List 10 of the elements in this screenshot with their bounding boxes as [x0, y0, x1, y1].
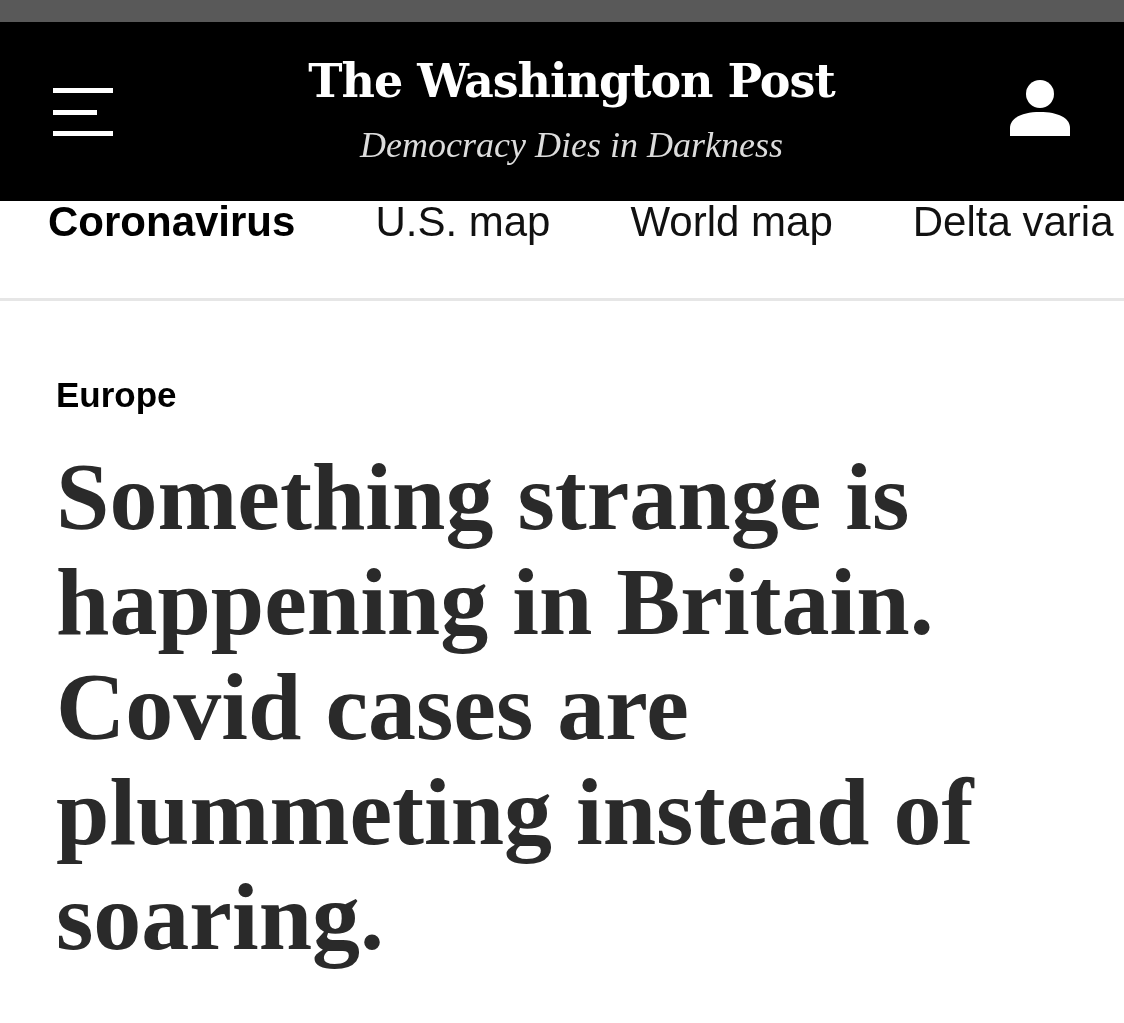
menu-icon[interactable]	[53, 87, 113, 136]
user-icon[interactable]	[1010, 79, 1070, 136]
nav-tab[interactable]: U.S. map	[375, 201, 551, 245]
nav-tab[interactable]: Coronavirus	[48, 201, 296, 245]
tagline: Democracy Dies in Darkness	[360, 124, 783, 168]
headline: Something strange is happening in Britain. Covid cases are plummeting instead of soaring.	[56, 444, 976, 969]
nav-tab[interactable]: World map	[630, 201, 833, 245]
newspaper-logo[interactable]: The Washington Post	[308, 55, 835, 107]
section-label[interactable]: Europe	[56, 377, 177, 412]
nav-tab[interactable]: Delta varia	[912, 201, 1114, 245]
